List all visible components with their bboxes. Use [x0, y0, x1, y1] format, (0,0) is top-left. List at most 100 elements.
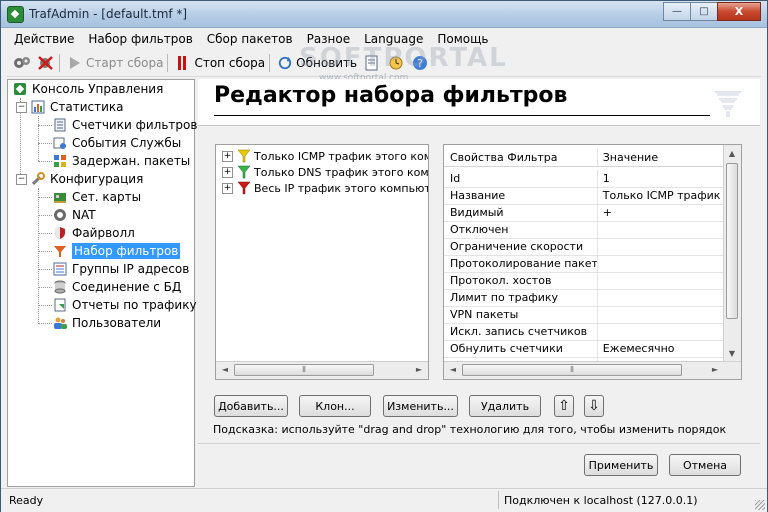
scroll-right-arrow-icon[interactable]: ►	[412, 364, 426, 376]
drag-drop-hint: Подсказка: используйте "drag and drop" т…	[213, 423, 727, 436]
refresh-icon	[278, 55, 292, 71]
property-row[interactable]: Ограничение скорости	[444, 238, 726, 256]
database-icon	[52, 279, 68, 295]
settings-gears-icon[interactable]	[13, 54, 31, 72]
expand-filter-toggle[interactable]: +	[222, 182, 233, 194]
delete-filter-button[interactable]: Удалить	[469, 395, 541, 417]
move-up-button[interactable]: ⇧	[554, 395, 574, 417]
page-title: Редактор набора фильтров	[214, 83, 568, 108]
expand-filter-toggle[interactable]: +	[222, 166, 233, 178]
pause-icon	[176, 55, 190, 71]
resize-grip[interactable]	[755, 500, 765, 510]
stop-capture-button[interactable]: Стоп сбора	[176, 55, 265, 71]
refresh-label: Обновить	[296, 56, 358, 70]
properties-hscrollbar[interactable]: ◄ ⦀ ►	[444, 361, 741, 379]
filter-list[interactable]: + Только ICMP трафик этого компь + Тольк…	[215, 144, 429, 380]
filter-item[interactable]: + Только DNS трафик этого компь	[222, 164, 429, 180]
scroll-thumb[interactable]: ⦀	[462, 364, 682, 376]
tree-item-statistics[interactable]: Статистика	[30, 98, 124, 116]
collapse-configuration-toggle[interactable]: −	[16, 174, 27, 185]
menu-language[interactable]: Language	[357, 32, 430, 46]
property-row[interactable]: Протокол. хостов	[444, 272, 726, 290]
navigation-tree: Консоль Управления − Статистика Счетчики…	[7, 79, 197, 487]
property-row[interactable]: Отключен	[444, 221, 726, 239]
tree-item-filter-counters[interactable]: Счетчики фильтров	[52, 116, 197, 134]
toolbar-separator	[167, 54, 169, 72]
add-filter-button[interactable]: Добавить...	[214, 395, 288, 417]
play-icon	[68, 55, 82, 71]
property-row[interactable]: Id 1	[444, 170, 726, 188]
property-row[interactable]: Искл. запись счетчиков	[444, 323, 726, 341]
scroll-right-arrow-icon[interactable]: ►	[708, 364, 722, 376]
menu-action[interactable]: Действие	[7, 32, 81, 46]
counter-icon	[52, 117, 68, 133]
tree-item-network-cards[interactable]: Сет. карты	[52, 188, 141, 206]
help-icon[interactable]: ?	[411, 54, 429, 72]
title-bar[interactable]: TrafAdmin - [default.tmf *] — □ X	[1, 1, 767, 28]
toolbar-separator	[269, 54, 271, 72]
tree-item-delayed-packets[interactable]: Задержан. пакеты	[52, 152, 190, 170]
funnel-stack-icon	[714, 91, 742, 117]
tree-item-configuration[interactable]: Конфигурация	[30, 170, 143, 188]
properties-header: Свойства Фильтра Значение	[444, 149, 726, 167]
move-down-button[interactable]: ⇩	[584, 395, 604, 417]
tree-line	[38, 305, 52, 306]
scroll-left-arrow-icon[interactable]: ◄	[446, 364, 460, 376]
clone-filter-button[interactable]: Клон...	[299, 395, 371, 417]
filter-list-hscrollbar[interactable]: ◄ ⦀ ►	[216, 361, 428, 379]
property-row[interactable]: Протоколирование пакетов	[444, 255, 726, 273]
tree-item-firewall[interactable]: Файрволл	[52, 224, 135, 242]
cancel-button[interactable]: Отмена	[669, 454, 741, 476]
minimize-button[interactable]: —	[663, 2, 691, 21]
chart-icon	[30, 99, 46, 115]
start-capture-label: Старт сбора	[86, 56, 164, 70]
filter-item[interactable]: + Только ICMP трафик этого компь	[222, 148, 428, 164]
scroll-thumb[interactable]	[726, 163, 738, 319]
tree-item-ip-groups[interactable]: Группы IP адресов	[52, 260, 189, 278]
filter-label: Только DNS трафик этого компь	[254, 165, 429, 179]
collapse-statistics-toggle[interactable]: −	[16, 102, 27, 113]
menu-help[interactable]: Помощь	[430, 32, 495, 46]
tree-item-users[interactable]: Пользователи	[52, 314, 161, 332]
tree-item-filter-set[interactable]: Набор фильтров	[52, 242, 181, 260]
nat-icon	[52, 207, 68, 223]
tree-item-nat[interactable]: NAT	[52, 206, 96, 224]
property-row[interactable]: VPN пакеты	[444, 306, 726, 324]
window-controls: — □ X	[663, 2, 761, 21]
wrench-icon	[30, 171, 46, 187]
start-capture-button[interactable]: Старт сбора	[68, 55, 163, 71]
tree-item-service-events[interactable]: События Службы	[52, 134, 181, 152]
menu-filter-set[interactable]: Набор фильтров	[81, 32, 199, 46]
packets-icon	[52, 153, 68, 169]
filter-item[interactable]: + Весь IP трафик этого компьютер	[222, 180, 428, 196]
apply-button[interactable]: Применить	[584, 454, 658, 476]
network-card-icon	[52, 189, 68, 205]
edit-filter-button[interactable]: Изменить...	[383, 395, 458, 417]
tree-item-db-connection[interactable]: Соединение с БД	[52, 278, 181, 296]
maximize-button[interactable]: □	[690, 2, 718, 21]
property-row[interactable]: Видимый +	[444, 204, 726, 222]
scroll-up-arrow-icon[interactable]: ▲	[726, 147, 738, 161]
close-button[interactable]: X	[717, 2, 761, 21]
tree-item-console-root[interactable]: Консоль Управления	[12, 80, 163, 98]
document-icon[interactable]	[363, 54, 381, 72]
tree-item-traffic-reports[interactable]: Отчеты по трафику	[52, 296, 197, 314]
toolbar: Старт сбора Стоп сбора Обновить ?	[7, 50, 761, 77]
refresh-button[interactable]: Обновить	[278, 55, 357, 71]
red-funnel-icon	[237, 181, 251, 195]
scroll-thumb[interactable]: ⦀	[234, 364, 374, 376]
expand-filter-toggle[interactable]: +	[222, 150, 233, 162]
scroll-down-arrow-icon[interactable]: ▼	[726, 347, 738, 361]
property-row[interactable]: Лимит по трафику	[444, 289, 726, 307]
properties-vscrollbar[interactable]: ▲ ▼	[723, 145, 741, 363]
clock-icon[interactable]	[387, 54, 405, 72]
tree-line	[38, 251, 52, 252]
disconnect-icon[interactable]	[37, 54, 55, 72]
tree-line	[38, 287, 52, 288]
menu-misc[interactable]: Разное	[300, 32, 358, 46]
property-row[interactable]: НазваниеТолько ICMP трафик эт...	[444, 187, 726, 205]
tree-line	[38, 188, 39, 322]
scroll-left-arrow-icon[interactable]: ◄	[218, 364, 232, 376]
menu-packet-capture[interactable]: Сбор пакетов	[200, 32, 300, 46]
property-row[interactable]: Обнулить счетчики Ежемесячно	[444, 340, 726, 358]
